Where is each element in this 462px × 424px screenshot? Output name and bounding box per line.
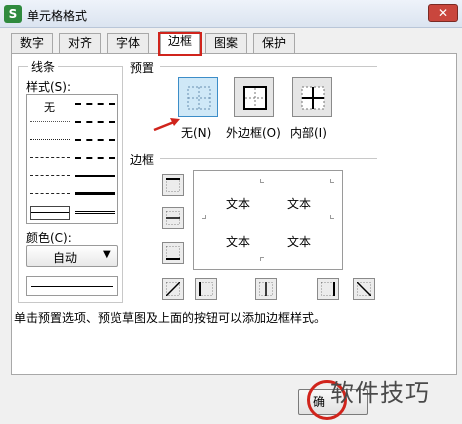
line-style-dashed-medium[interactable] (75, 151, 115, 164)
tab-pattern[interactable]: 图案 (205, 33, 247, 53)
tab-highlight-annotation (158, 32, 202, 56)
line-style-medium[interactable] (75, 169, 115, 182)
border-right-icon (321, 282, 335, 296)
line-style-dash-dot-dot[interactable] (30, 151, 70, 164)
preview-cell-text: 文本 (287, 235, 312, 249)
border-bottom-icon (166, 246, 180, 260)
border-middle-horizontal-icon (166, 211, 180, 225)
line-style-dash-dot[interactable] (30, 169, 70, 182)
hint-text: 单击预置选项、预览草图及上面的按钮可以添加边框样式。 (14, 311, 327, 325)
line-group-label: 线条 (28, 58, 59, 75)
line-style-dotted[interactable] (30, 133, 70, 146)
presets-divider (160, 66, 377, 67)
line-style-dash-dot-medium[interactable] (75, 133, 115, 146)
color-label: 颜色(C): (26, 231, 72, 245)
border-middle-vertical-icon (259, 282, 273, 296)
border-divider (160, 158, 377, 159)
close-button[interactable]: ✕ (428, 4, 458, 22)
border-middle-horizontal-button[interactable] (162, 207, 184, 229)
tab-number[interactable]: 数字 (11, 33, 53, 53)
preview-cell-text: 文本 (226, 197, 251, 211)
line-style-selection (30, 206, 70, 220)
app-icon: S (4, 5, 22, 23)
line-style-dotted-fine[interactable] (30, 115, 70, 128)
line-style-slant-dash[interactable] (75, 115, 115, 128)
line-style-list[interactable]: 无 (26, 94, 118, 224)
preset-none-button[interactable] (178, 77, 218, 117)
line-style-double[interactable] (75, 206, 115, 219)
color-dropdown[interactable]: 自动 ▼ (26, 245, 118, 267)
preset-none-label: 无(N) (181, 126, 212, 140)
border-inside-icon (301, 86, 325, 110)
watermark-text: 软件技巧 (330, 379, 430, 407)
title-bar: S 单元格格式 ✕ (0, 0, 462, 28)
line-preview (26, 276, 118, 296)
border-label: 边框 (130, 153, 155, 167)
preview-tick (260, 257, 264, 261)
border-right-button[interactable] (317, 278, 339, 300)
preset-inside-button[interactable] (292, 77, 332, 117)
style-label: 样式(S): (26, 80, 72, 94)
line-style-thick[interactable] (75, 187, 115, 200)
window-title: 单元格格式 (27, 9, 88, 23)
tab-alignment[interactable]: 对齐 (59, 33, 101, 53)
border-diagonal-down-button[interactable] (353, 278, 375, 300)
border-outline-icon (243, 86, 267, 110)
border-bottom-button[interactable] (162, 242, 184, 264)
preview-tick (330, 215, 334, 219)
presets-label: 预置 (130, 61, 155, 75)
preset-outline-label: 外边框(O) (226, 126, 281, 140)
line-style-none[interactable]: 无 (30, 97, 70, 114)
border-left-button[interactable] (195, 278, 217, 300)
preview-tick (202, 215, 206, 219)
preset-outline-button[interactable] (234, 77, 274, 117)
preview-cell-text: 文本 (287, 197, 312, 211)
line-style-none-label: 无 (44, 101, 55, 114)
tab-protection[interactable]: 保护 (253, 33, 295, 53)
border-middle-vertical-button[interactable] (255, 278, 277, 300)
border-top-icon (166, 178, 180, 192)
border-diagonal-up-icon (166, 282, 180, 296)
preset-inside-label: 内部(I) (290, 126, 327, 140)
chevron-down-icon: ▼ (103, 249, 111, 260)
border-preview[interactable]: 文本 文本 文本 文本 (193, 170, 343, 270)
pointer-arrow-annotation (153, 118, 180, 132)
preview-tick (330, 179, 334, 183)
color-dropdown-value: 自动 (53, 251, 78, 265)
preview-tick (260, 179, 264, 183)
border-diagonal-up-button[interactable] (162, 278, 184, 300)
border-top-button[interactable] (162, 174, 184, 196)
border-left-icon (199, 282, 213, 296)
tab-font[interactable]: 字体 (107, 33, 149, 53)
border-none-icon (187, 86, 211, 110)
line-style-dash-dot-heavy[interactable] (75, 97, 115, 110)
line-style-dashed[interactable] (30, 187, 70, 200)
border-diagonal-down-icon (357, 282, 371, 296)
preview-cell-text: 文本 (226, 235, 251, 249)
